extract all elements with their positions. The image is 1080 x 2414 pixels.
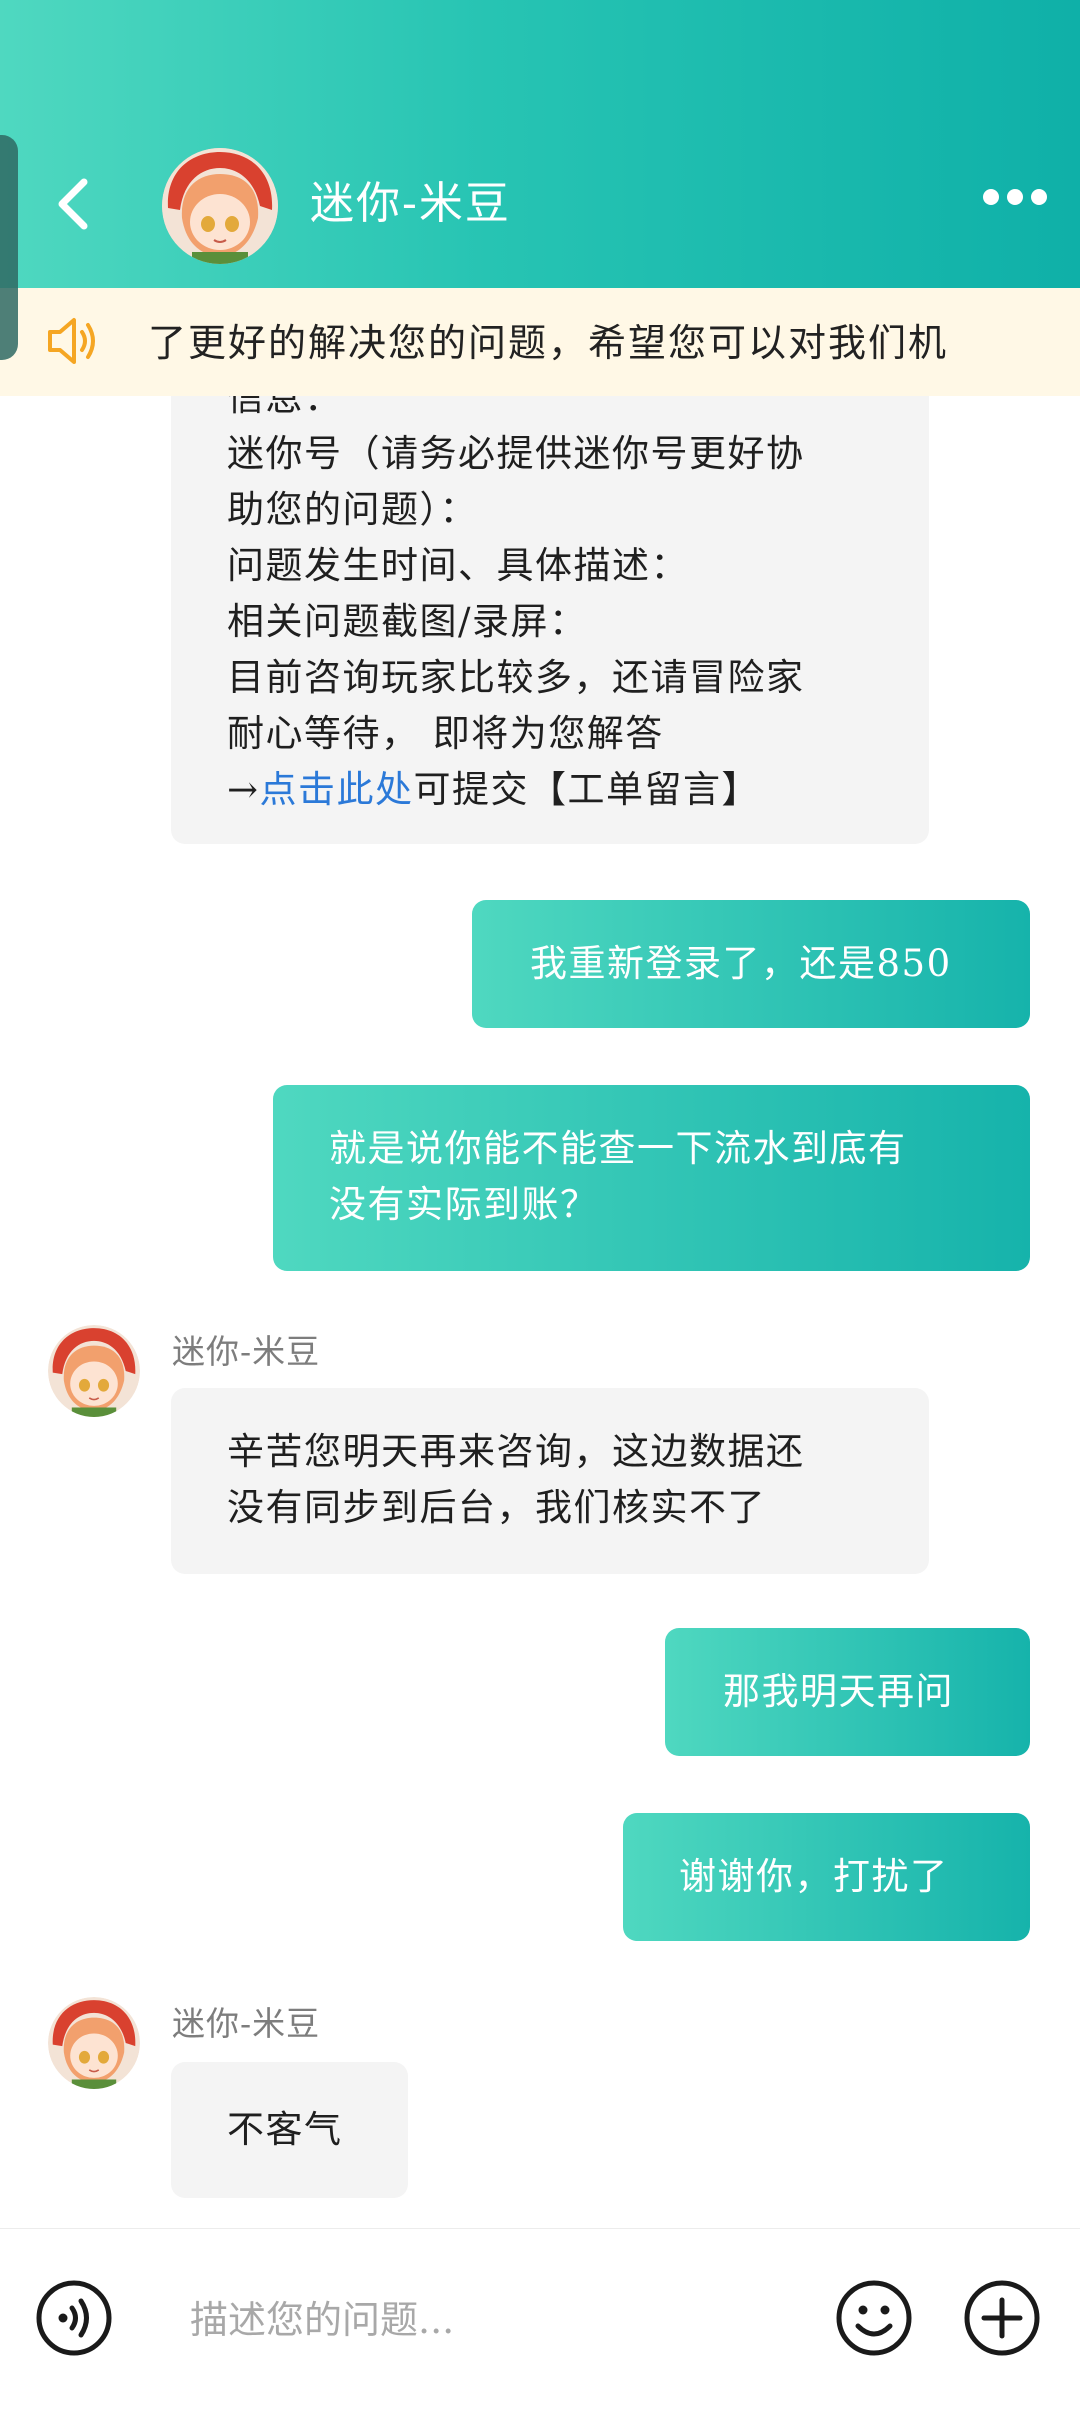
- voice-button[interactable]: [34, 2278, 114, 2358]
- message-bubble-incoming: 辛苦您明天再来咨询，这边数据还 没有同步到后台，我们核实不了: [171, 1388, 929, 1574]
- sender-name: 迷你-米豆: [172, 2004, 321, 2043]
- message-line: 助您的问题）：: [227, 488, 478, 531]
- chevron-left-icon: [58, 178, 88, 230]
- top-bar: [0, 0, 1080, 288]
- notice-text: 了更好的解决您的问题，希望您可以对我们机: [148, 321, 949, 365]
- message-line: 相关问题截图/录屏：: [227, 600, 588, 643]
- message-bubble-outgoing: 我重新登录了，还是850: [472, 900, 1030, 1028]
- message-text: 那我明天再问: [723, 1670, 954, 1713]
- message-line: 辛苦您明天再来咨询，这边数据还: [227, 1430, 805, 1473]
- message-line: 耐心等待， 即将为您解答: [227, 712, 664, 755]
- message-line: →点击此处可提交【工单留言】: [227, 762, 760, 818]
- avatar[interactable]: [48, 1325, 140, 1417]
- page-title: 迷你-米豆: [310, 178, 511, 229]
- plus-icon: [964, 2280, 1040, 2356]
- chat-area[interactable]: 信息： 迷你号（请务必提供迷你号更好协 助您的问题）： 问题发生时间、具体描述：…: [0, 396, 1080, 2228]
- message-bubble-incoming: 不客气: [171, 2062, 408, 2198]
- avatar-image: [48, 1325, 140, 1417]
- message-bubble-outgoing: 就是说你能不能查一下流水到底有 没有实际到账？: [273, 1085, 1030, 1271]
- more-dots-icon: [983, 189, 1047, 205]
- more-button[interactable]: [980, 182, 1050, 212]
- message-bubble-outgoing: 谢谢你，打扰了: [623, 1813, 1030, 1941]
- emoji-icon: [836, 2280, 912, 2356]
- avatar[interactable]: [48, 1997, 140, 2089]
- message-line: 目前咨询玩家比较多，还请冒险家: [227, 656, 805, 699]
- submit-ticket-link[interactable]: 点击此处: [260, 768, 414, 811]
- message-text: 不客气: [227, 2108, 343, 2151]
- message-text: 谢谢你，打扰了: [679, 1855, 949, 1898]
- avatar-image: [48, 1997, 140, 2089]
- avatar[interactable]: [162, 148, 278, 264]
- message-input[interactable]: [190, 2290, 790, 2350]
- emoji-button[interactable]: [834, 2278, 914, 2358]
- avatar-image: [162, 148, 278, 264]
- message-line: 信息：: [227, 396, 343, 419]
- message-line: 没有同步到后台，我们核实不了: [227, 1486, 766, 1529]
- sender-name: 迷你-米豆: [172, 1332, 321, 1371]
- speaker-icon: [44, 312, 102, 370]
- message-bubble-outgoing: 那我明天再问: [665, 1628, 1030, 1756]
- message-line: 迷你号（请务必提供迷你号更好协: [227, 432, 805, 475]
- message-line: 没有实际到账？: [329, 1183, 599, 1226]
- message-bubble-incoming: 信息： 迷你号（请务必提供迷你号更好协 助您的问题）： 问题发生时间、具体描述：…: [171, 396, 929, 844]
- more-actions-button[interactable]: [962, 2278, 1042, 2358]
- message-line: 问题发生时间、具体描述：: [227, 544, 689, 587]
- message-line: 就是说你能不能查一下流水到底有: [329, 1127, 907, 1170]
- back-button[interactable]: [50, 172, 96, 236]
- side-handle[interactable]: [0, 135, 18, 360]
- message-text: 我重新登录了，还是850: [530, 942, 952, 985]
- voice-icon: [36, 2280, 112, 2356]
- link-suffix: 可提交【工单留言】: [413, 768, 761, 811]
- arrow-prefix: →: [227, 768, 260, 811]
